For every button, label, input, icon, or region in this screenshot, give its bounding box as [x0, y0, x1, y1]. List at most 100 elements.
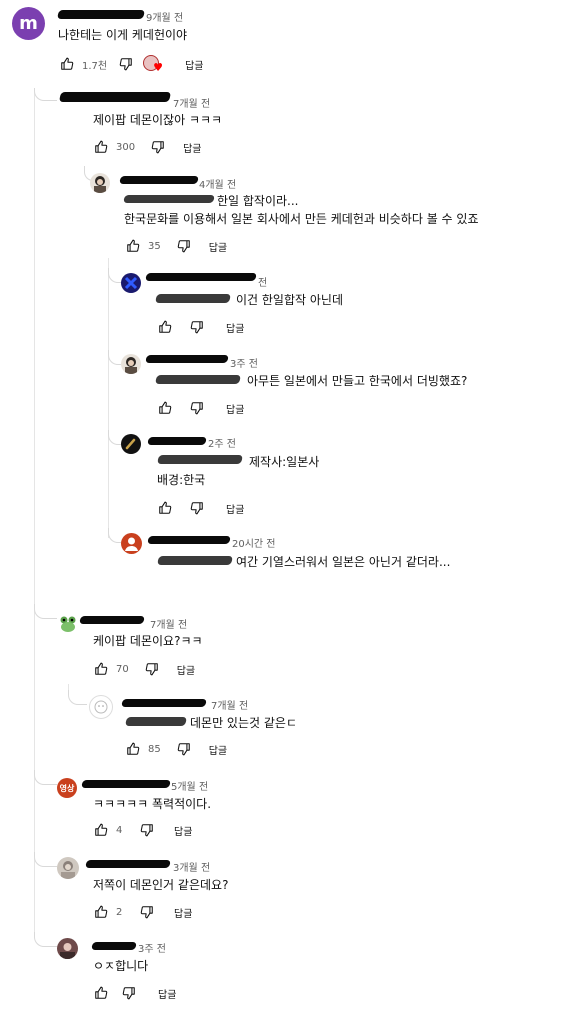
- redacted-username: [145, 355, 229, 363]
- avatar[interactable]: [90, 173, 110, 193]
- thumb-up-icon: [159, 501, 172, 514]
- redacted-username: [147, 437, 207, 445]
- like-button[interactable]: [92, 821, 110, 839]
- comment-time: 7개월 전: [211, 701, 249, 712]
- avatar[interactable]: [57, 857, 79, 879]
- redacted-username: [57, 10, 145, 19]
- redacted-username: [147, 536, 231, 544]
- comment-time: 2주 전: [208, 439, 236, 450]
- comment-time: 7개월 전: [173, 99, 211, 110]
- like-button[interactable]: [58, 55, 76, 73]
- comment-text: 케이팝 데몬이요?ㅋㅋ: [93, 634, 203, 648]
- like-button[interactable]: [156, 399, 174, 417]
- reply-connector: [34, 770, 57, 785]
- dislike-button[interactable]: [138, 903, 156, 921]
- reply-button[interactable]: 답글: [226, 501, 244, 516]
- thumb-down-icon: [177, 743, 190, 756]
- comment-actions: 35 답글: [124, 237, 227, 255]
- comment-actions: 300 답글: [92, 138, 202, 156]
- comment-text: 제이팝 데몬이잖아 ㅋㅋㅋ: [93, 113, 223, 127]
- dislike-button[interactable]: [149, 138, 167, 156]
- dislike-button[interactable]: [138, 821, 156, 839]
- avatar[interactable]: [57, 938, 78, 959]
- redacted-mention: [157, 455, 243, 464]
- avatar-label: 영상: [59, 783, 75, 793]
- reply-button[interactable]: 답글: [183, 140, 201, 155]
- reply-button[interactable]: 답글: [158, 986, 176, 1001]
- like-button[interactable]: [156, 318, 174, 336]
- comment-actions: 4 답글: [92, 821, 192, 839]
- reply-connector: [108, 350, 121, 365]
- comment-time: 전: [258, 278, 268, 289]
- avatar[interactable]: [58, 614, 78, 634]
- reply-connector: [34, 932, 57, 947]
- avatar-feather-icon: [125, 438, 136, 450]
- dislike-button[interactable]: [175, 740, 193, 758]
- reply-connector: [108, 528, 121, 543]
- like-count: 300: [116, 141, 136, 153]
- thumb-down-icon: [140, 906, 153, 919]
- comment-text: ㅋㅋㅋㅋㅋ 폭력적이다.: [93, 797, 212, 811]
- avatar[interactable]: [121, 533, 142, 554]
- avatar-person-icon: [60, 943, 75, 959]
- comment-time: 3주 전: [138, 944, 166, 955]
- like-count: 70: [116, 663, 129, 675]
- avatar[interactable]: [89, 695, 113, 719]
- avatar-frog-icon: [60, 616, 76, 632]
- dislike-button[interactable]: [188, 318, 206, 336]
- reply-button[interactable]: 답글: [209, 239, 227, 254]
- dislike-button[interactable]: [175, 237, 193, 255]
- avatar[interactable]: [121, 434, 141, 454]
- thread-line: [108, 258, 109, 538]
- comment-actions: 1.7천 ♥ 답글: [58, 55, 204, 73]
- like-button[interactable]: [124, 237, 142, 255]
- dislike-button[interactable]: [188, 399, 206, 417]
- dislike-button[interactable]: [143, 660, 161, 678]
- comment-actions: 답글: [156, 399, 244, 417]
- avatar-person-icon: [94, 176, 106, 193]
- reply-button[interactable]: 답글: [226, 320, 244, 335]
- reply-button[interactable]: 답글: [174, 823, 192, 838]
- reply-button[interactable]: 답글: [209, 742, 227, 757]
- avatar[interactable]: [121, 354, 141, 374]
- like-button[interactable]: [92, 138, 110, 156]
- comment-time: 9개월 전: [146, 13, 184, 24]
- reply-button[interactable]: 답글: [174, 905, 192, 920]
- thumb-down-icon: [140, 824, 153, 837]
- avatar-person-icon: [125, 537, 138, 551]
- thread-line: [34, 88, 35, 616]
- like-button[interactable]: [92, 903, 110, 921]
- comment-actions: 2 답글: [92, 903, 192, 921]
- comment-text-line2: 한국문화를 이용해서 일본 회사에서 만든 케데헌과 비슷하다 볼 수 있죠: [124, 212, 479, 226]
- like-button[interactable]: [156, 499, 174, 517]
- redacted-username: [145, 273, 257, 281]
- avatar[interactable]: [121, 273, 141, 293]
- avatar[interactable]: m: [12, 7, 45, 40]
- like-count: 2: [116, 906, 123, 918]
- thumb-down-icon: [190, 321, 203, 334]
- redacted-username: [81, 780, 171, 788]
- comment-text: 데몬만 있는것 같은ㄷ: [190, 716, 297, 730]
- like-button[interactable]: [92, 984, 110, 1002]
- comment-text: 이건 한일합작 아닌데: [236, 293, 343, 307]
- dislike-button[interactable]: [188, 499, 206, 517]
- reply-button[interactable]: 답글: [177, 662, 195, 677]
- comment-time: 4개월 전: [199, 180, 237, 191]
- like-button[interactable]: [124, 740, 142, 758]
- redacted-username: [119, 176, 199, 184]
- comment-time: 7개월 전: [150, 620, 188, 631]
- thumb-up-icon: [159, 320, 172, 333]
- avatar-person-icon: [125, 357, 137, 374]
- comment-text-line2: 배경:한국: [157, 473, 206, 487]
- redacted-username: [91, 942, 137, 950]
- like-count: 1.7천: [82, 60, 108, 72]
- reply-button[interactable]: 답글: [226, 401, 244, 416]
- avatar[interactable]: 영상: [57, 778, 77, 798]
- thumb-down-icon: [151, 141, 164, 154]
- dislike-button[interactable]: [117, 55, 135, 73]
- like-button[interactable]: [92, 660, 110, 678]
- dislike-button[interactable]: [120, 984, 138, 1002]
- comment-text: 저쪽이 데몬인거 같은데요?: [93, 878, 229, 892]
- reply-button[interactable]: 답글: [185, 57, 203, 72]
- redacted-mention: [125, 717, 187, 726]
